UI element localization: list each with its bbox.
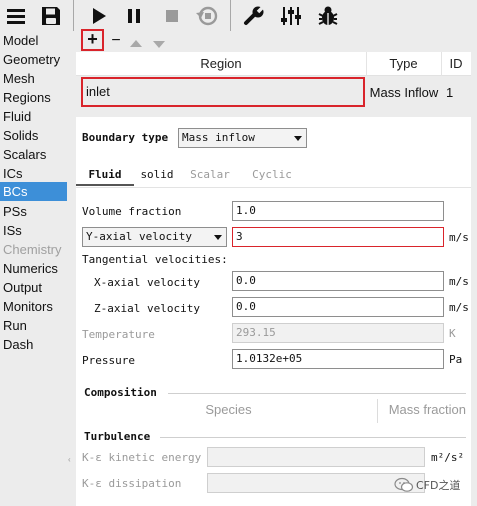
move-down-icon[interactable] — [152, 37, 166, 52]
z-velocity-input[interactable]: 0.0 — [232, 297, 444, 317]
move-up-icon[interactable] — [129, 36, 143, 51]
eps-dissipation-input[interactable] — [207, 473, 425, 493]
add-region-button[interactable]: + — [81, 29, 104, 51]
menu-icon[interactable] — [3, 3, 29, 29]
row-id-cell[interactable]: 1 — [446, 76, 466, 110]
boundary-type-value: Mass inflow — [182, 131, 255, 144]
sidebar-item-fluid[interactable]: Fluid — [0, 107, 67, 126]
chevron-down-icon — [294, 136, 302, 141]
toolbar-separator — [230, 0, 231, 31]
turbulence-section-title: Turbulence — [84, 430, 151, 443]
splitter-handle[interactable]: ‹ — [68, 456, 74, 464]
sidebar-item-output[interactable]: Output — [0, 278, 67, 297]
pressure-unit: Pa — [449, 353, 463, 366]
tab-solid[interactable]: solid — [134, 164, 180, 186]
sidebar-item-geometry[interactable]: Geometry — [0, 50, 67, 69]
stop-icon[interactable] — [159, 3, 185, 29]
sidebar-item-bcs[interactable]: BCs — [0, 182, 67, 201]
column-header-region[interactable]: Region — [76, 52, 366, 76]
row-type-cell[interactable]: Mass Inflow — [368, 76, 440, 110]
remove-region-button[interactable]: − — [109, 31, 123, 51]
x-velocity-input[interactable]: 0.0 — [232, 271, 444, 291]
composition-section-title: Composition — [84, 386, 157, 399]
sliders-icon[interactable] — [278, 3, 304, 29]
chevron-down-icon — [214, 235, 222, 240]
play-icon[interactable] — [86, 3, 112, 29]
velocity-axis-value: Y-axial velocity — [86, 230, 192, 243]
velocity-axis-select[interactable]: Y-axial velocity — [82, 227, 227, 247]
composition-divider — [168, 393, 466, 394]
boundary-type-label: Boundary type — [82, 131, 169, 144]
watermark-text: CFD之道 — [416, 479, 461, 492]
column-header-mass-fraction[interactable]: Mass fraction — [378, 399, 466, 425]
toolbar — [0, 0, 477, 31]
sidebar-item-pss[interactable]: PSs — [0, 202, 67, 221]
tab-scalar[interactable]: Scalar — [180, 164, 240, 186]
composition-table: Species Mass fraction — [80, 399, 466, 425]
boundary-type-select[interactable]: Mass inflow — [178, 128, 307, 148]
bug-icon[interactable] — [315, 3, 341, 29]
sidebar-item-ics[interactable]: ICs — [0, 164, 67, 183]
tangential-velocities-label: Tangential velocities: — [82, 253, 228, 266]
temperature-label: Temperature — [82, 328, 155, 341]
k-energy-label: K-ε kinetic energy — [82, 451, 202, 464]
eps-dissipation-label: K-ε dissipation — [82, 477, 182, 490]
pressure-input[interactable]: 1.0132e+05 — [232, 349, 444, 369]
restore-icon[interactable] — [194, 3, 220, 29]
region-table: Region Type ID inlet Mass Inflow 1 — [76, 52, 471, 110]
toolbar-separator — [73, 0, 74, 31]
volume-fraction-label: Volume fraction — [82, 205, 182, 218]
sidebar-nav: Model Geometry Mesh Regions Fluid Solids… — [0, 31, 67, 506]
z-velocity-unit: m/s — [449, 301, 469, 314]
tab-divider — [76, 187, 471, 188]
sidebar-item-model[interactable]: Model — [0, 31, 67, 50]
wechat-logo-icon — [394, 477, 414, 493]
sidebar-item-numerics[interactable]: Numerics — [0, 259, 67, 278]
sidebar-item-dash[interactable]: Dash — [0, 335, 67, 354]
sidebar-item-regions[interactable]: Regions — [0, 88, 67, 107]
z-velocity-label: Z-axial velocity — [94, 302, 200, 315]
wrench-icon[interactable] — [241, 3, 267, 29]
temperature-unit: K — [449, 327, 456, 340]
pressure-label: Pressure — [82, 354, 135, 367]
velocity-unit: m/s — [449, 231, 469, 244]
sidebar-item-chemistry[interactable]: Chemistry — [0, 240, 67, 259]
sidebar-item-solids[interactable]: Solids — [0, 126, 67, 145]
turbulence-divider — [160, 437, 466, 438]
k-energy-unit: m²/s² — [431, 451, 465, 464]
x-velocity-label: X-axial velocity — [94, 276, 200, 289]
row-region-cell[interactable]: inlet — [81, 77, 365, 107]
temperature-input[interactable]: 293.15 — [232, 323, 444, 343]
sidebar-item-scalars[interactable]: Scalars — [0, 145, 67, 164]
column-header-species[interactable]: Species — [80, 399, 377, 425]
tab-fluid[interactable]: Fluid — [76, 164, 134, 186]
sidebar-item-iss[interactable]: ISs — [0, 221, 67, 240]
sidebar-item-run[interactable]: Run — [0, 316, 67, 335]
sidebar-item-monitors[interactable]: Monitors — [0, 297, 67, 316]
velocity-input[interactable]: 3 — [232, 227, 444, 247]
pause-icon[interactable] — [121, 3, 147, 29]
save-icon[interactable] — [38, 3, 64, 29]
tab-cyclic[interactable]: Cyclic — [240, 164, 304, 186]
region-panel: + − Region Type ID inlet Mass Inflow 1 — [76, 29, 471, 110]
column-header-id[interactable]: ID — [441, 52, 471, 76]
volume-fraction-input[interactable]: 1.0 — [232, 201, 444, 221]
sidebar-item-mesh[interactable]: Mesh — [0, 69, 67, 88]
boundary-form: Boundary type Mass inflow Fluid solid Sc… — [76, 117, 471, 506]
k-energy-input[interactable] — [207, 447, 425, 467]
column-header-type[interactable]: Type — [366, 52, 441, 76]
x-velocity-unit: m/s — [449, 275, 469, 288]
